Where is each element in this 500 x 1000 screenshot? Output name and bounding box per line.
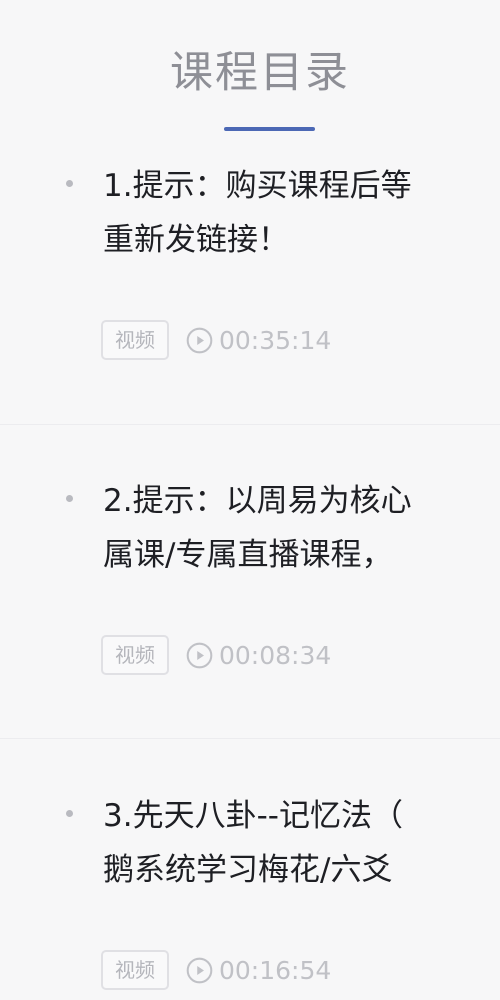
lesson-duration: 00:16:54 <box>219 955 332 985</box>
course-catalog-page: 课程目录 1.提示：购买课程后等 重新发链接！ 视频 00:35:14 2.提示… <box>0 0 500 1000</box>
divider <box>0 424 500 425</box>
page-title: 课程目录 <box>170 48 350 98</box>
lesson-type-badge: 视频 <box>101 320 169 360</box>
lesson-meta: 视频 00:35:14 <box>101 319 331 361</box>
lesson-title-line-1: 1.提示：购买课程后等 <box>103 168 412 204</box>
lesson-title-line-2: 重新发链接！ <box>103 222 289 258</box>
divider <box>0 738 500 739</box>
lesson-duration: 00:35:14 <box>219 325 332 355</box>
bullet-dot <box>66 495 73 502</box>
lesson-type-badge: 视频 <box>101 635 169 675</box>
lesson-title-line-2: 属课/专属直播课程， <box>103 537 393 573</box>
play-circle-icon <box>186 642 213 668</box>
lesson-title-line-2: 鹅系统学习梅花/六爻 <box>103 852 393 888</box>
lesson-title-line-1: 3.先天八卦--记忆法（ <box>103 798 403 834</box>
lesson-meta: 视频 00:16:54 <box>101 949 331 991</box>
play-circle-icon <box>186 327 213 353</box>
active-tab-indicator <box>224 127 315 131</box>
lesson-meta: 视频 00:08:34 <box>101 634 331 676</box>
lesson-title-line-1: 2.提示：以周易为核心 <box>103 483 412 519</box>
bullet-dot <box>66 180 73 187</box>
lesson-type-badge: 视频 <box>101 950 169 990</box>
play-circle-icon <box>186 957 213 983</box>
lesson-duration: 00:08:34 <box>219 640 332 670</box>
bullet-dot <box>66 810 73 817</box>
